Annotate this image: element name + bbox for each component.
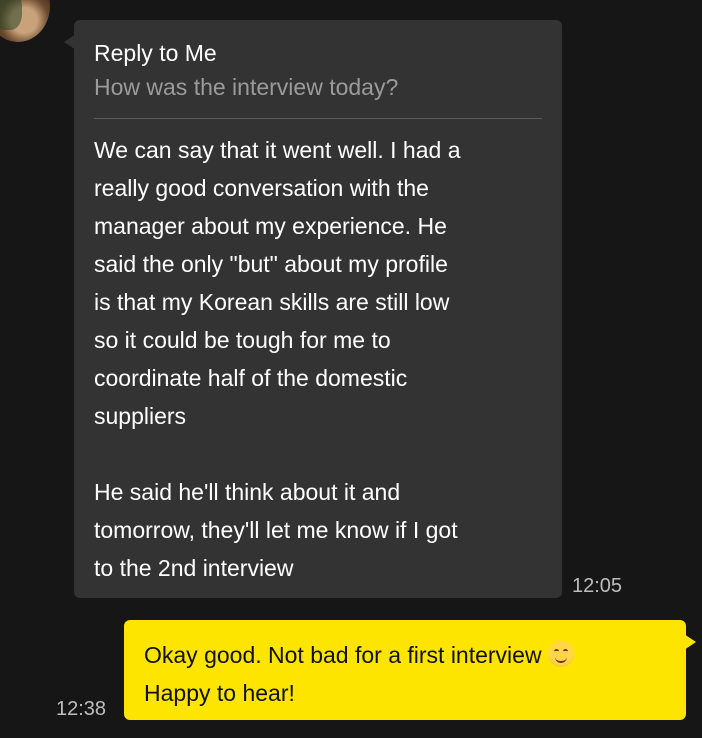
message-line: is that my Korean skills are still low <box>94 289 450 315</box>
reply-title: Reply to Me <box>94 40 217 66</box>
message-line: suppliers <box>94 403 187 429</box>
smiling-face-icon <box>547 641 574 667</box>
incoming-timestamp: 12:05 <box>572 575 623 597</box>
incoming-message-bubble[interactable]: Reply to Me How was the interview today?… <box>64 20 562 598</box>
message-line: so it could be tough for me to <box>94 327 391 353</box>
message-line: to the 2nd interview <box>94 555 294 581</box>
message-line: coordinate half of the domestic <box>94 365 408 391</box>
chat-window: Reply to Me How was the interview today?… <box>0 0 702 738</box>
reply-reference[interactable]: Reply to Me How was the interview today? <box>94 38 542 102</box>
bubble-tail <box>684 634 696 650</box>
outgoing-line-1: Okay good. Not bad for a first interview <box>144 636 666 674</box>
message-line: manager about my experience. He <box>94 213 447 239</box>
message-line: We can say that it went well. I had a <box>94 137 461 163</box>
reply-quote: How was the interview today? <box>94 74 399 100</box>
outgoing-message-bubble[interactable]: Okay good. Not bad for a first interview… <box>124 620 696 720</box>
outgoing-text: Okay good. Not bad for a first interview <box>144 642 542 668</box>
outgoing-line-2: Happy to hear! <box>144 680 295 706</box>
message-line: said the only "but" about my profile <box>94 251 448 277</box>
message-line: really good conversation with the <box>94 175 429 201</box>
reply-divider <box>94 118 542 119</box>
contact-avatar[interactable] <box>0 0 50 42</box>
bubble-tail <box>64 34 76 50</box>
message-line: tomorrow, they'll let me know if I got <box>94 517 458 543</box>
outgoing-timestamp: 12:38 <box>56 698 107 720</box>
message-text: We can say that it went well. I had a re… <box>94 131 542 587</box>
message-line: He said he'll think about it and <box>94 479 401 505</box>
